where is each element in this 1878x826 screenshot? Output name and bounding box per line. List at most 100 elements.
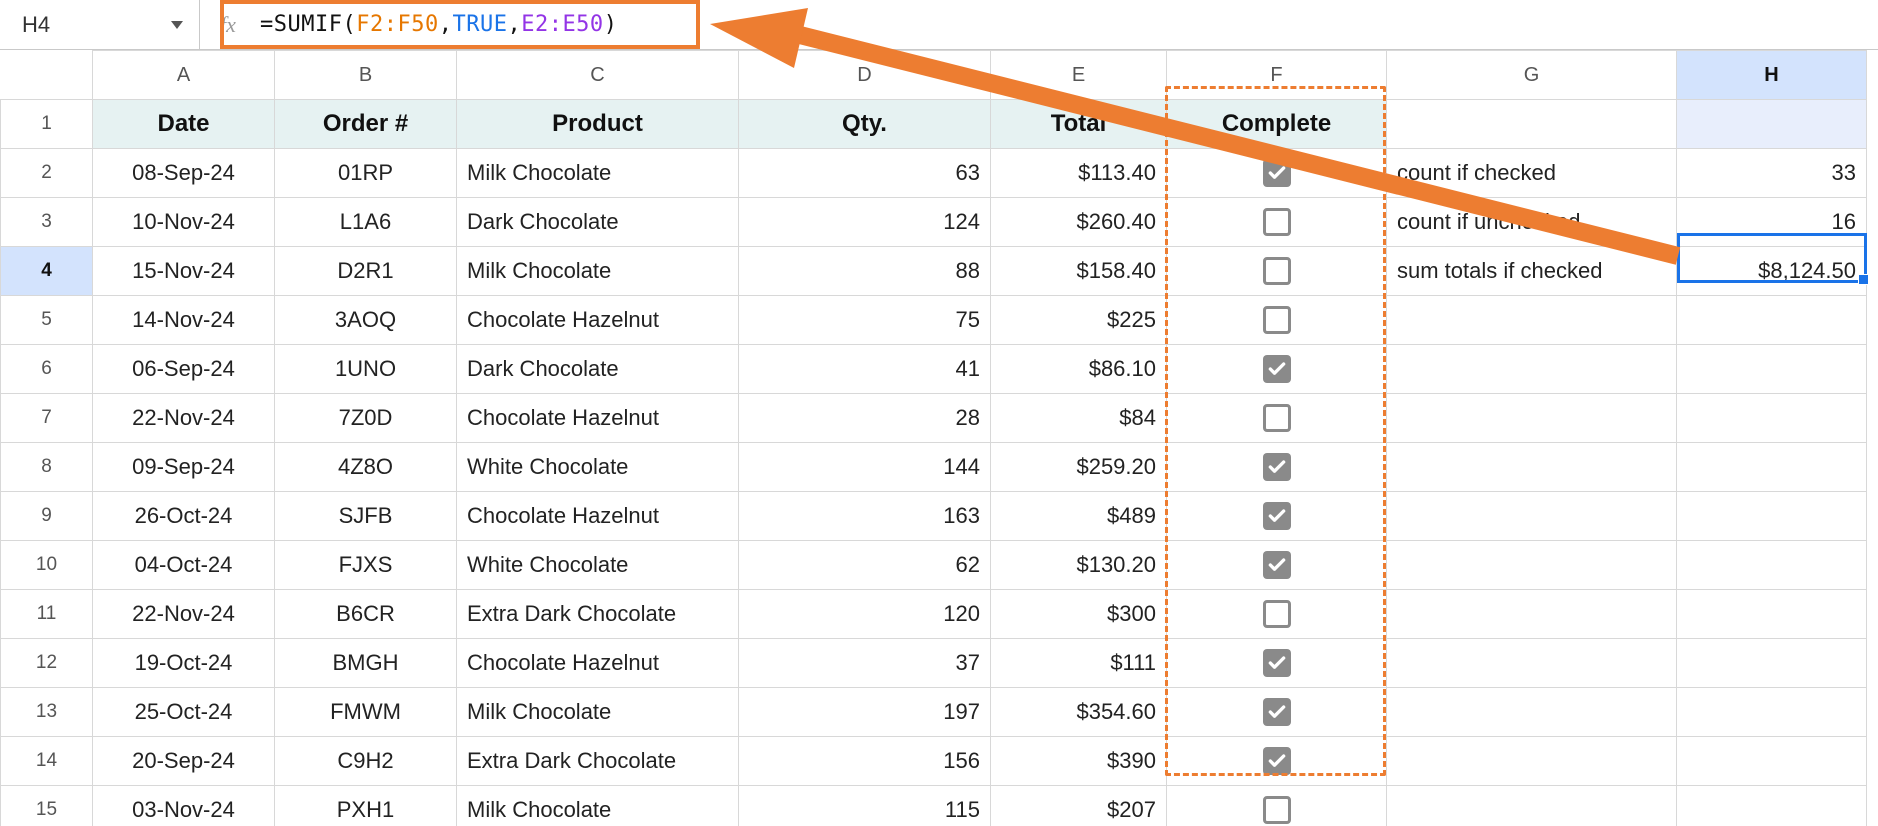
cell-checkbox[interactable] bbox=[1167, 492, 1387, 541]
checkbox-checked-icon[interactable] bbox=[1263, 159, 1291, 187]
cell[interactable]: 120 bbox=[739, 590, 991, 639]
checkbox-unchecked-icon[interactable] bbox=[1263, 208, 1291, 236]
select-all-corner[interactable] bbox=[1, 51, 93, 100]
cell[interactable] bbox=[1387, 492, 1677, 541]
checkbox-checked-icon[interactable] bbox=[1263, 747, 1291, 775]
cell[interactable]: Milk Chocolate bbox=[457, 688, 739, 737]
cell[interactable]: 37 bbox=[739, 639, 991, 688]
cell[interactable] bbox=[1677, 737, 1867, 786]
cell[interactable]: 28 bbox=[739, 394, 991, 443]
cell[interactable]: 3AOQ bbox=[275, 296, 457, 345]
cell[interactable]: White Chocolate bbox=[457, 443, 739, 492]
checkbox-unchecked-icon[interactable] bbox=[1263, 600, 1291, 628]
cell[interactable] bbox=[1387, 394, 1677, 443]
cell[interactable] bbox=[1677, 296, 1867, 345]
cell[interactable] bbox=[1677, 541, 1867, 590]
cell[interactable]: 06-Sep-24 bbox=[93, 345, 275, 394]
row-header[interactable]: 12 bbox=[1, 639, 93, 688]
cell[interactable]: 88 bbox=[739, 247, 991, 296]
spreadsheet-grid[interactable]: ABCDEFGH 1 Date Order # Product Qty. Tot… bbox=[0, 50, 1878, 826]
checkbox-unchecked-icon[interactable] bbox=[1263, 796, 1291, 824]
row-header[interactable]: 1 bbox=[1, 100, 93, 149]
row-header[interactable]: 5 bbox=[1, 296, 93, 345]
cell[interactable]: 09-Sep-24 bbox=[93, 443, 275, 492]
cell[interactable]: 33 bbox=[1677, 149, 1867, 198]
name-box[interactable]: H4 bbox=[0, 0, 200, 50]
checkbox-checked-icon[interactable] bbox=[1263, 649, 1291, 677]
cell[interactable]: $113.40 bbox=[991, 149, 1167, 198]
cell[interactable]: Chocolate Hazelnut bbox=[457, 639, 739, 688]
cell[interactable]: Milk Chocolate bbox=[457, 786, 739, 826]
cell-checkbox[interactable] bbox=[1167, 737, 1387, 786]
cell[interactable]: 19-Oct-24 bbox=[93, 639, 275, 688]
row-header[interactable]: 6 bbox=[1, 345, 93, 394]
row-header[interactable]: 10 bbox=[1, 541, 93, 590]
cell[interactable]: 75 bbox=[739, 296, 991, 345]
cell-checkbox[interactable] bbox=[1167, 296, 1387, 345]
cell[interactable]: $259.20 bbox=[991, 443, 1167, 492]
checkbox-unchecked-icon[interactable] bbox=[1263, 257, 1291, 285]
cell[interactable] bbox=[1387, 737, 1677, 786]
cell[interactable]: Chocolate Hazelnut bbox=[457, 394, 739, 443]
cell[interactable]: 124 bbox=[739, 198, 991, 247]
cell[interactable]: $300 bbox=[991, 590, 1167, 639]
checkbox-checked-icon[interactable] bbox=[1263, 453, 1291, 481]
cell[interactable]: Dark Chocolate bbox=[457, 198, 739, 247]
row-header[interactable]: 4 bbox=[1, 247, 93, 296]
column-header-C[interactable]: C bbox=[457, 51, 739, 100]
cell[interactable] bbox=[1387, 443, 1677, 492]
cell-checkbox[interactable] bbox=[1167, 541, 1387, 590]
cell[interactable]: 156 bbox=[739, 737, 991, 786]
cell[interactable]: 22-Nov-24 bbox=[93, 394, 275, 443]
cell[interactable]: $86.10 bbox=[991, 345, 1167, 394]
cell[interactable]: 14-Nov-24 bbox=[93, 296, 275, 345]
cell[interactable]: 41 bbox=[739, 345, 991, 394]
cell[interactable] bbox=[1387, 786, 1677, 826]
cell[interactable]: 197 bbox=[739, 688, 991, 737]
cell[interactable]: White Chocolate bbox=[457, 541, 739, 590]
cell[interactable] bbox=[1677, 639, 1867, 688]
cell[interactable]: 03-Nov-24 bbox=[93, 786, 275, 826]
cell[interactable]: PXH1 bbox=[275, 786, 457, 826]
cell[interactable] bbox=[1387, 639, 1677, 688]
cell[interactable]: sum totals if checked bbox=[1387, 247, 1677, 296]
column-header-D[interactable]: D bbox=[739, 51, 991, 100]
cell[interactable]: 22-Nov-24 bbox=[93, 590, 275, 639]
cell[interactable]: FJXS bbox=[275, 541, 457, 590]
row-header[interactable]: 11 bbox=[1, 590, 93, 639]
checkbox-checked-icon[interactable] bbox=[1263, 502, 1291, 530]
cell[interactable]: $207 bbox=[991, 786, 1167, 826]
header-blank-h[interactable] bbox=[1677, 100, 1867, 149]
cell[interactable]: 04-Oct-24 bbox=[93, 541, 275, 590]
cell[interactable]: 01RP bbox=[275, 149, 457, 198]
column-header-G[interactable]: G bbox=[1387, 51, 1677, 100]
cell[interactable]: 62 bbox=[739, 541, 991, 590]
header-date[interactable]: Date bbox=[93, 100, 275, 149]
cell-checkbox[interactable] bbox=[1167, 198, 1387, 247]
cell[interactable]: $489 bbox=[991, 492, 1167, 541]
cell[interactable] bbox=[1677, 492, 1867, 541]
cell[interactable] bbox=[1677, 443, 1867, 492]
cell[interactable]: $111 bbox=[991, 639, 1167, 688]
column-header-H[interactable]: H bbox=[1677, 51, 1867, 100]
cell[interactable]: 08-Sep-24 bbox=[93, 149, 275, 198]
cell[interactable] bbox=[1677, 590, 1867, 639]
cell[interactable]: D2R1 bbox=[275, 247, 457, 296]
header-total[interactable]: Total bbox=[991, 100, 1167, 149]
row-header[interactable]: 15 bbox=[1, 786, 93, 826]
formula-input[interactable]: =SUMIF(F2:F50,TRUE,E2:E50) bbox=[256, 12, 617, 37]
checkbox-unchecked-icon[interactable] bbox=[1263, 306, 1291, 334]
cell[interactable] bbox=[1677, 688, 1867, 737]
cell[interactable] bbox=[1387, 296, 1677, 345]
cell[interactable]: FMWM bbox=[275, 688, 457, 737]
header-order[interactable]: Order # bbox=[275, 100, 457, 149]
cell[interactable]: 115 bbox=[739, 786, 991, 826]
cell-checkbox[interactable] bbox=[1167, 688, 1387, 737]
cell-checkbox[interactable] bbox=[1167, 345, 1387, 394]
cell[interactable] bbox=[1677, 394, 1867, 443]
cell[interactable]: $225 bbox=[991, 296, 1167, 345]
column-header-F[interactable]: F bbox=[1167, 51, 1387, 100]
cell[interactable]: count if checked bbox=[1387, 149, 1677, 198]
cell[interactable]: 4Z8O bbox=[275, 443, 457, 492]
cell[interactable]: 63 bbox=[739, 149, 991, 198]
